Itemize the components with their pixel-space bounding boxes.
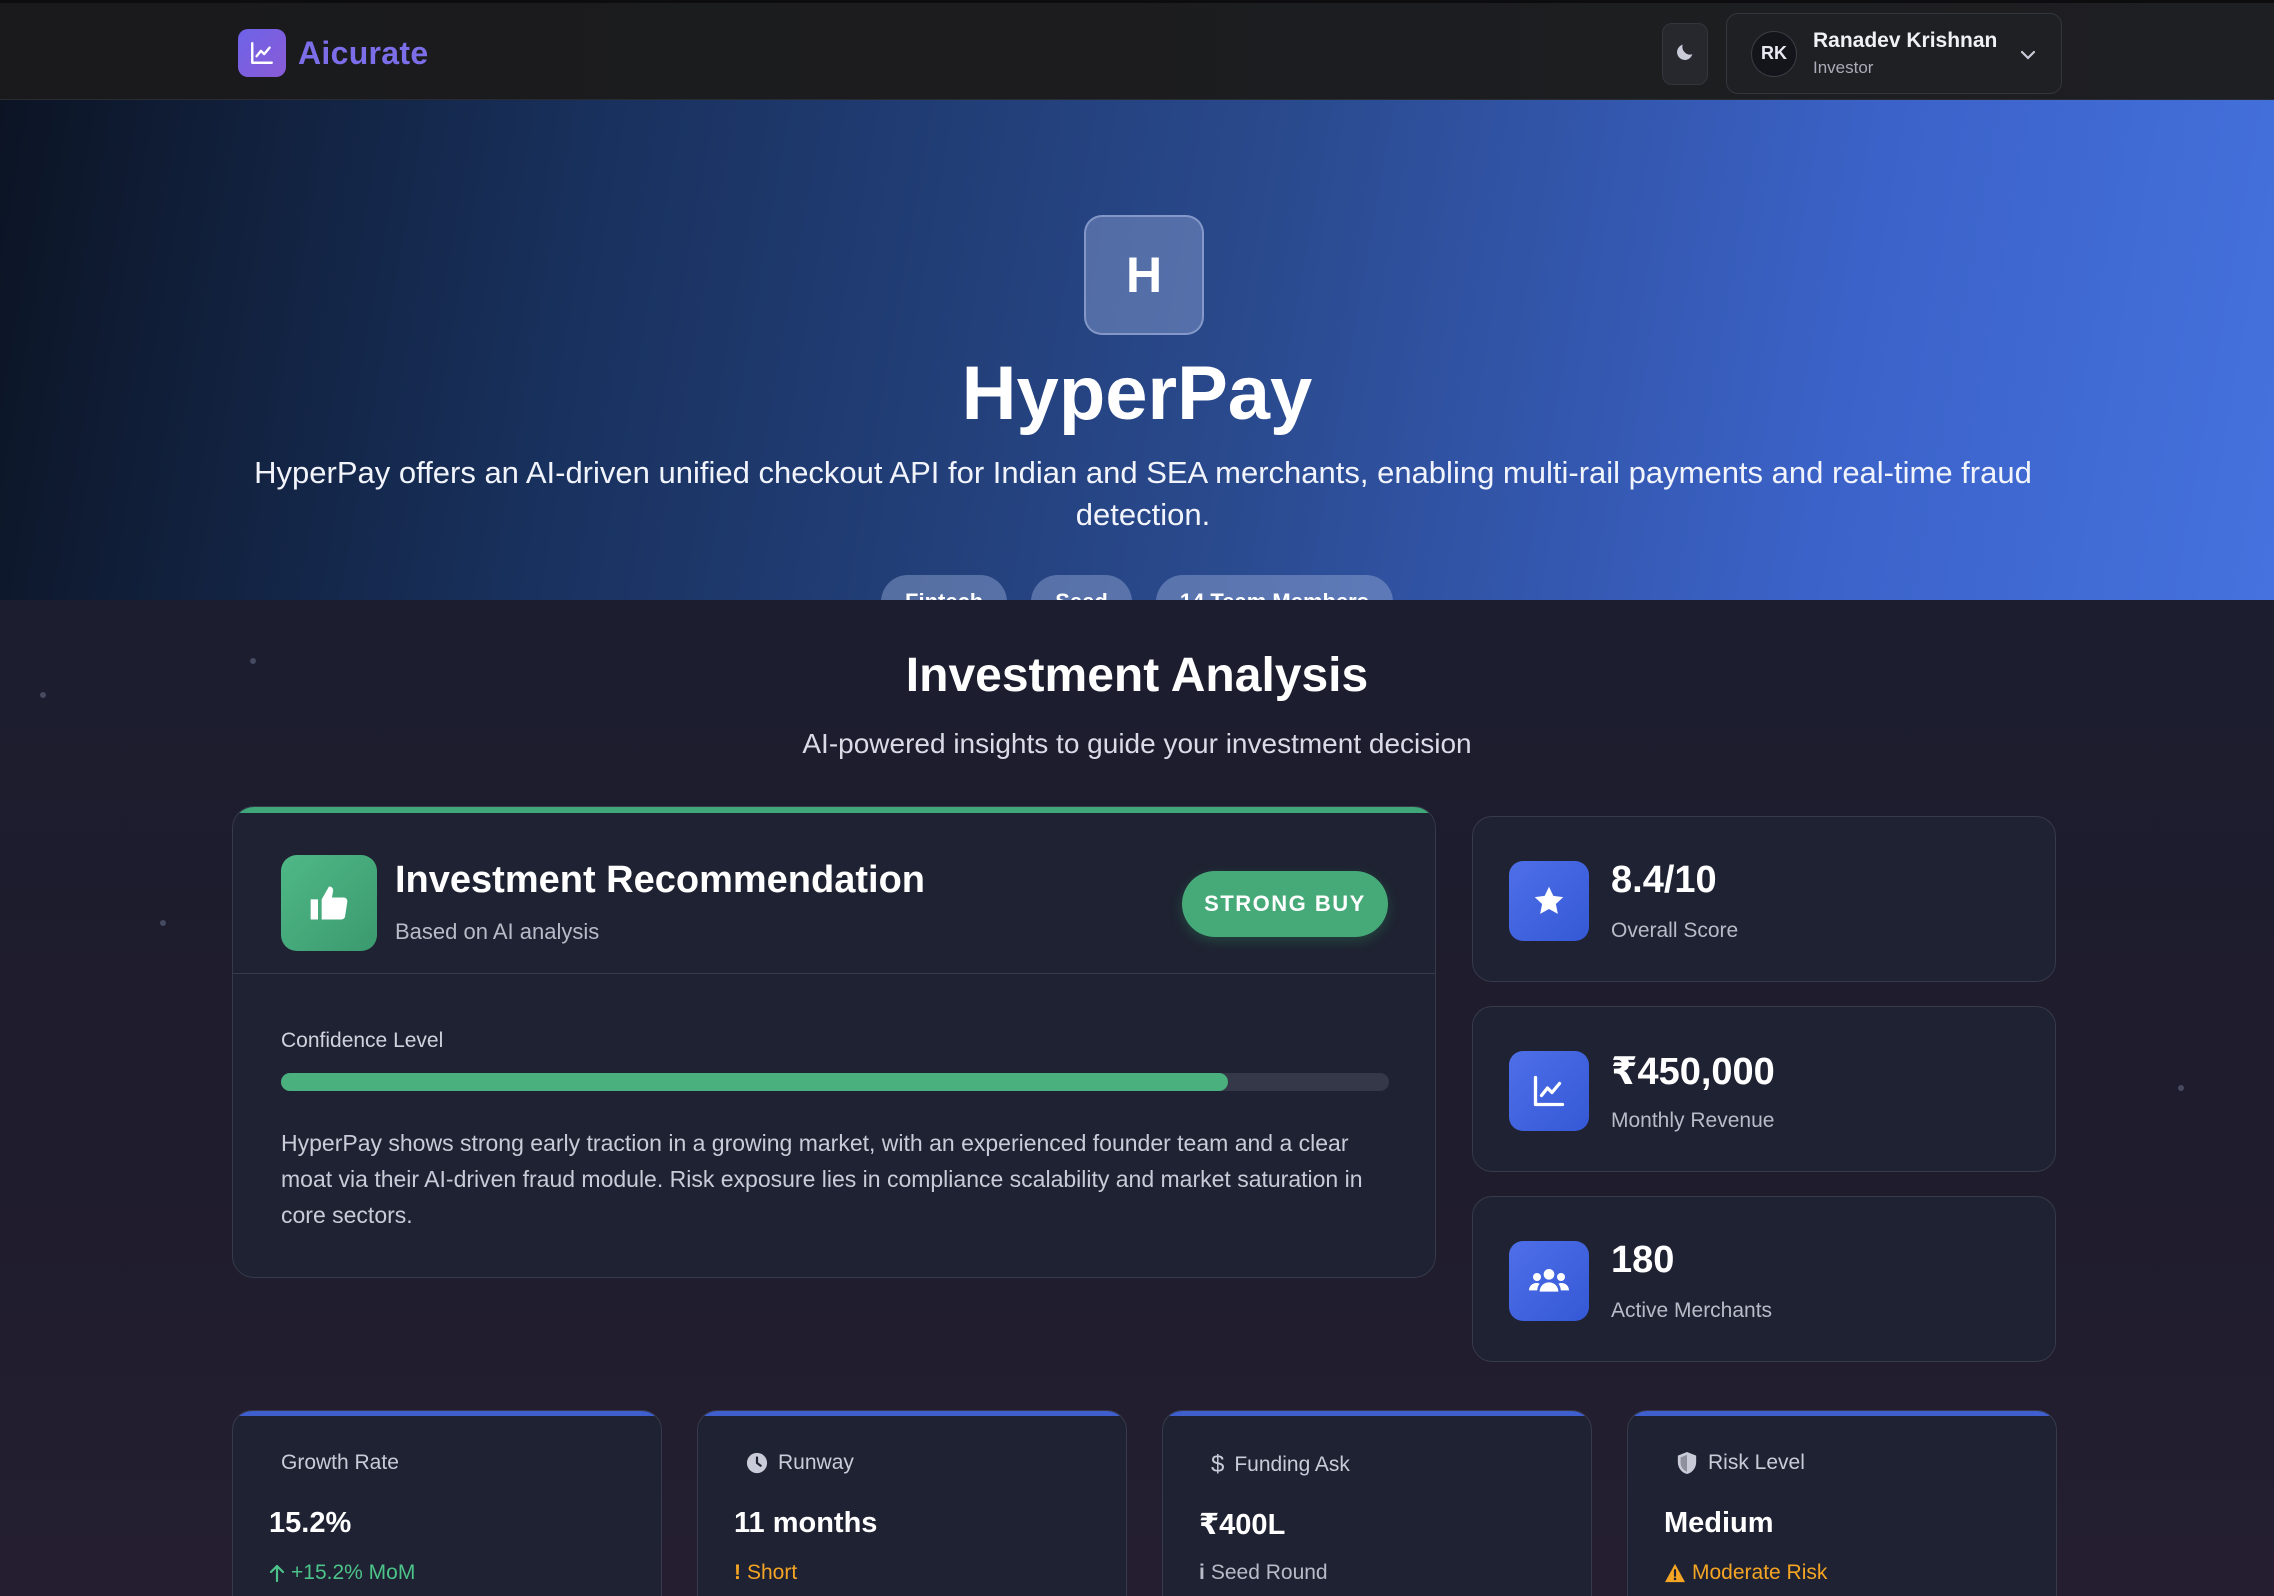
- stat-label: Active Merchants: [1611, 1299, 1773, 1322]
- recommendation-card: Investment Recommendation Based on AI an…: [232, 806, 1436, 1278]
- shield-icon: [1676, 1451, 1698, 1475]
- user-name: Ranadev Krishnan: [1813, 29, 1998, 52]
- metric-label: Growth Rate: [281, 1451, 399, 1474]
- recommendation-badge: STRONG BUY: [1182, 871, 1388, 937]
- metric-value: ₹400L: [1199, 1509, 1286, 1541]
- recommendation-title: Investment Recommendation: [395, 859, 925, 901]
- recommendation-summary: HyperPay shows strong early traction in …: [281, 1130, 1363, 1228]
- chevron-down-icon: [2019, 48, 2037, 66]
- metric-card-risk-level: Risk Level Medium Moderate Risk: [1627, 1410, 2057, 1596]
- users-icon: [1509, 1241, 1589, 1321]
- moon-icon: [1674, 41, 1696, 68]
- brand-name: Aicurate: [298, 34, 429, 71]
- chart-line-icon: [1509, 1051, 1589, 1131]
- confidence-progress-bar: [281, 1073, 1389, 1091]
- stat-card-overall-score: 8.4/10 Overall Score: [1472, 816, 2056, 982]
- divider: [233, 973, 1435, 974]
- clock-icon: [746, 1452, 768, 1474]
- background-dot: [160, 920, 166, 926]
- section-subtitle: AI-powered insights to guide your invest…: [802, 728, 1472, 759]
- top-navbar: Aicurate RK Ranadev Krishnan Investor: [0, 0, 2274, 100]
- investment-analysis-section: Investment Analysis AI-powered insights …: [0, 600, 2274, 1596]
- warning-icon: [1664, 1563, 1686, 1583]
- stat-value: ₹450,000: [1611, 1051, 1775, 1093]
- card-accent-bar: [233, 807, 1435, 813]
- avatar: RK: [1751, 30, 1797, 77]
- confidence-progress-fill: [281, 1073, 1229, 1091]
- exclamation-icon: !: [734, 1561, 741, 1584]
- section-title: Investment Analysis: [905, 649, 1369, 702]
- stat-label: Monthly Revenue: [1611, 1109, 1775, 1132]
- chart-line-icon: [238, 29, 286, 77]
- star-icon: [1509, 861, 1589, 941]
- card-accent-bar: [233, 1411, 661, 1416]
- metric-value: 15.2%: [269, 1507, 352, 1539]
- stat-value: 180: [1611, 1239, 1675, 1281]
- card-accent-bar: [1628, 1411, 2056, 1416]
- company-name: HyperPay: [961, 351, 1313, 436]
- metric-note: Moderate Risk: [1692, 1561, 1828, 1584]
- metric-note: Short: [747, 1561, 798, 1584]
- brand-logo[interactable]: Aicurate: [238, 29, 428, 77]
- metric-value: 11 months: [734, 1507, 878, 1539]
- user-menu-button[interactable]: RK Ranadev Krishnan Investor: [1726, 13, 2062, 94]
- metric-note: Seed Round: [1210, 1561, 1328, 1584]
- stat-card-active-merchants: 180 Active Merchants: [1472, 1196, 2056, 1362]
- metric-card-funding-ask: $ Funding Ask ₹400L i Seed Round: [1162, 1410, 1592, 1596]
- dollar-icon: $: [1211, 1451, 1225, 1478]
- stat-value: 8.4/10: [1611, 859, 1717, 901]
- card-accent-bar: [698, 1411, 1126, 1416]
- user-role: Investor: [1813, 58, 1874, 77]
- stat-card-monthly-revenue: ₹450,000 Monthly Revenue: [1472, 1006, 2056, 1172]
- stat-label: Overall Score: [1611, 919, 1739, 942]
- recommendation-subtitle: Based on AI analysis: [395, 919, 600, 944]
- metric-label: Runway: [778, 1451, 854, 1474]
- card-accent-bar: [1163, 1411, 1591, 1416]
- thumbs-up-icon: [281, 855, 377, 951]
- metric-value: Medium: [1664, 1507, 1774, 1539]
- metric-label: Risk Level: [1708, 1451, 1805, 1474]
- arrow-up-icon: [269, 1563, 285, 1583]
- info-icon: i: [1199, 1561, 1205, 1584]
- company-description: HyperPay offers an AI-driven unified che…: [254, 455, 2032, 532]
- theme-toggle-button[interactable]: [1662, 23, 1708, 85]
- metric-note: +15.2% MoM: [291, 1561, 416, 1584]
- metric-label: Funding Ask: [1234, 1453, 1350, 1476]
- company-hero: H HyperPay HyperPay offers an AI-driven …: [0, 100, 2274, 629]
- confidence-label: Confidence Level: [281, 1029, 444, 1052]
- metric-card-runway: Runway 11 months ! Short: [697, 1410, 1127, 1596]
- background-dot: [2178, 1085, 2184, 1091]
- metric-card-growth-rate: Growth Rate 15.2% +15.2% MoM: [232, 1410, 662, 1596]
- company-logo: H: [1084, 215, 1204, 335]
